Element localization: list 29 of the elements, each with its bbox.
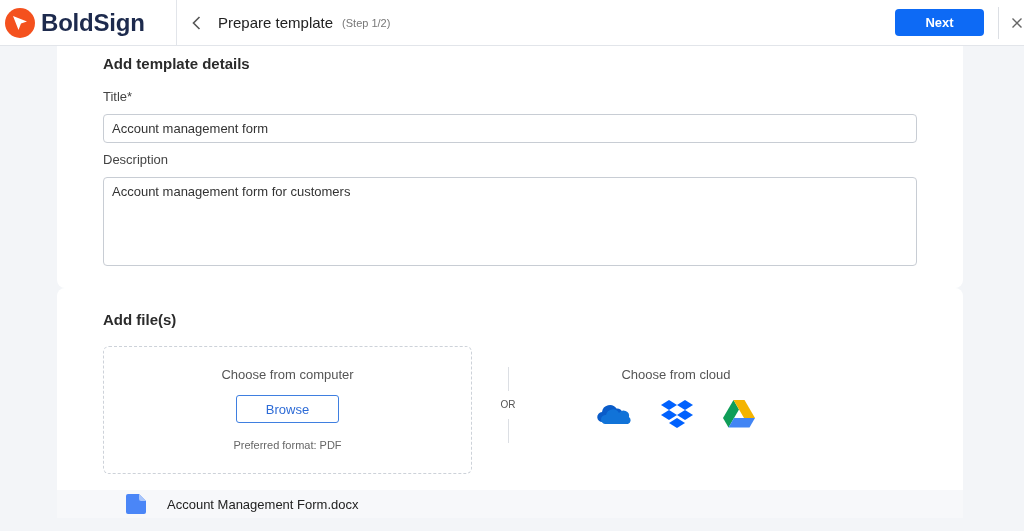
cloud-source-button[interactable] xyxy=(597,403,631,425)
page-title: Prepare template xyxy=(218,14,334,31)
step-indicator: (Step 1/2) xyxy=(342,16,391,29)
cloud-icon xyxy=(597,403,631,425)
text-area[interactable]: Account management form for customers xyxy=(103,177,917,266)
diamond-box-icon xyxy=(661,399,693,429)
browse-button[interactable]: Browse xyxy=(236,395,339,423)
cloud-source-button[interactable] xyxy=(661,399,693,429)
close-icon xyxy=(1012,17,1022,28)
section-heading: Add template details xyxy=(103,54,251,74)
back-button[interactable] xyxy=(192,15,201,30)
cloud-source-button[interactable] xyxy=(723,400,755,428)
upload-heading: Choose from computer xyxy=(221,366,354,384)
cloud-heading: Choose from cloud xyxy=(621,366,731,384)
chevron-left-icon xyxy=(192,15,201,30)
document-icon xyxy=(126,494,146,514)
separator-label: OR xyxy=(500,398,516,412)
brand-name: BoldSign xyxy=(41,8,145,37)
section-heading: Add file(s) xyxy=(103,310,178,330)
field-label: Title* xyxy=(103,88,134,106)
field-label: Description xyxy=(103,151,170,169)
file-name: Account Management Form.docx xyxy=(167,496,359,512)
upload-drop-zone[interactable]: Choose from computer Browse Preferred format: PDF xyxy=(103,346,472,474)
next-button[interactable]: Next xyxy=(895,9,984,36)
close-button[interactable] xyxy=(1012,17,1022,28)
triangle-icon xyxy=(723,400,755,428)
text-input[interactable]: Account management form xyxy=(103,114,917,143)
logo-icon xyxy=(5,7,35,38)
format-hint: Preferred format: PDF xyxy=(233,438,342,453)
